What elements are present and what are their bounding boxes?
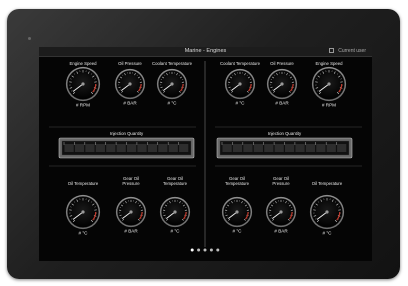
- gauge-oil-pressure[interactable]: [266, 68, 298, 100]
- gauge-label: Oil Pressure: [118, 61, 142, 66]
- injection-quantity-bar: [58, 137, 195, 159]
- gauge-label: Engine Speed: [70, 61, 98, 66]
- gauge-value: # BAR: [124, 229, 138, 234]
- gauge-gear-oil-temperature[interactable]: [159, 196, 191, 228]
- gauge-label: Gear Oil Pressure: [272, 176, 290, 186]
- gauge-value: # BAR: [123, 101, 137, 106]
- injection-label: Injection Quantity: [110, 131, 144, 136]
- status-led: [28, 37, 31, 40]
- gauge-value: # RPM: [322, 103, 336, 108]
- gauge-gear-oil-pressure[interactable]: [265, 196, 297, 228]
- gauge-value: # °C: [79, 231, 89, 236]
- gauge-value: # °C: [168, 101, 178, 106]
- gauge-value: # BAR: [274, 229, 288, 234]
- gauge-oil-temperature[interactable]: [65, 194, 101, 230]
- gauge-gear-oil-pressure[interactable]: [115, 196, 147, 228]
- engine-dashboard: Engine Speed # RPM Oil Pressure # BAR Coolan…: [49, 61, 362, 252]
- pager-dot[interactable]: [197, 248, 201, 252]
- gauge-coolant-temperature[interactable]: [156, 68, 188, 100]
- hmi-screen: Marine - Engines Current user Engine Spe…: [39, 47, 372, 261]
- gauge-oil-temperature[interactable]: [309, 194, 345, 230]
- pager-dot[interactable]: [209, 248, 213, 252]
- gauge-value: # °C: [323, 231, 333, 236]
- gauge-engine-speed[interactable]: [311, 66, 347, 102]
- gauge-label: Engine Speed: [316, 61, 344, 66]
- pager-dot[interactable]: [190, 248, 194, 252]
- injection-label: Injection Quantity: [268, 131, 302, 136]
- injection-quantity-bar: [216, 137, 353, 159]
- gauge-value: # °C: [171, 229, 181, 234]
- gauge-gear-oil-temperature[interactable]: [221, 196, 253, 228]
- gauge-label: Gear Oil Pressure: [122, 176, 140, 186]
- gauge-value: # BAR: [275, 101, 289, 106]
- gauge-value: # °C: [233, 229, 243, 234]
- gauge-label: Gear Oil Temperature: [163, 176, 188, 186]
- gauge-label: Coolant Temperature: [220, 61, 261, 66]
- gauge-engine-speed[interactable]: [65, 66, 101, 102]
- gauge-label: Oil Pressure: [270, 61, 294, 66]
- gauge-label: Gear Oil Temperature: [225, 176, 250, 186]
- pager-dot[interactable]: [203, 248, 207, 252]
- gauge-value: # RPM: [76, 103, 90, 108]
- gauge-label: Oil Temperature: [68, 181, 99, 186]
- pager-dot[interactable]: [216, 248, 220, 252]
- gauge-value: # °C: [236, 101, 246, 106]
- gauge-oil-pressure[interactable]: [114, 68, 146, 100]
- gauge-coolant-temperature[interactable]: [224, 68, 256, 100]
- gauge-label: Oil Temperature: [312, 181, 343, 186]
- gauge-label: Coolant Temperature: [152, 61, 193, 66]
